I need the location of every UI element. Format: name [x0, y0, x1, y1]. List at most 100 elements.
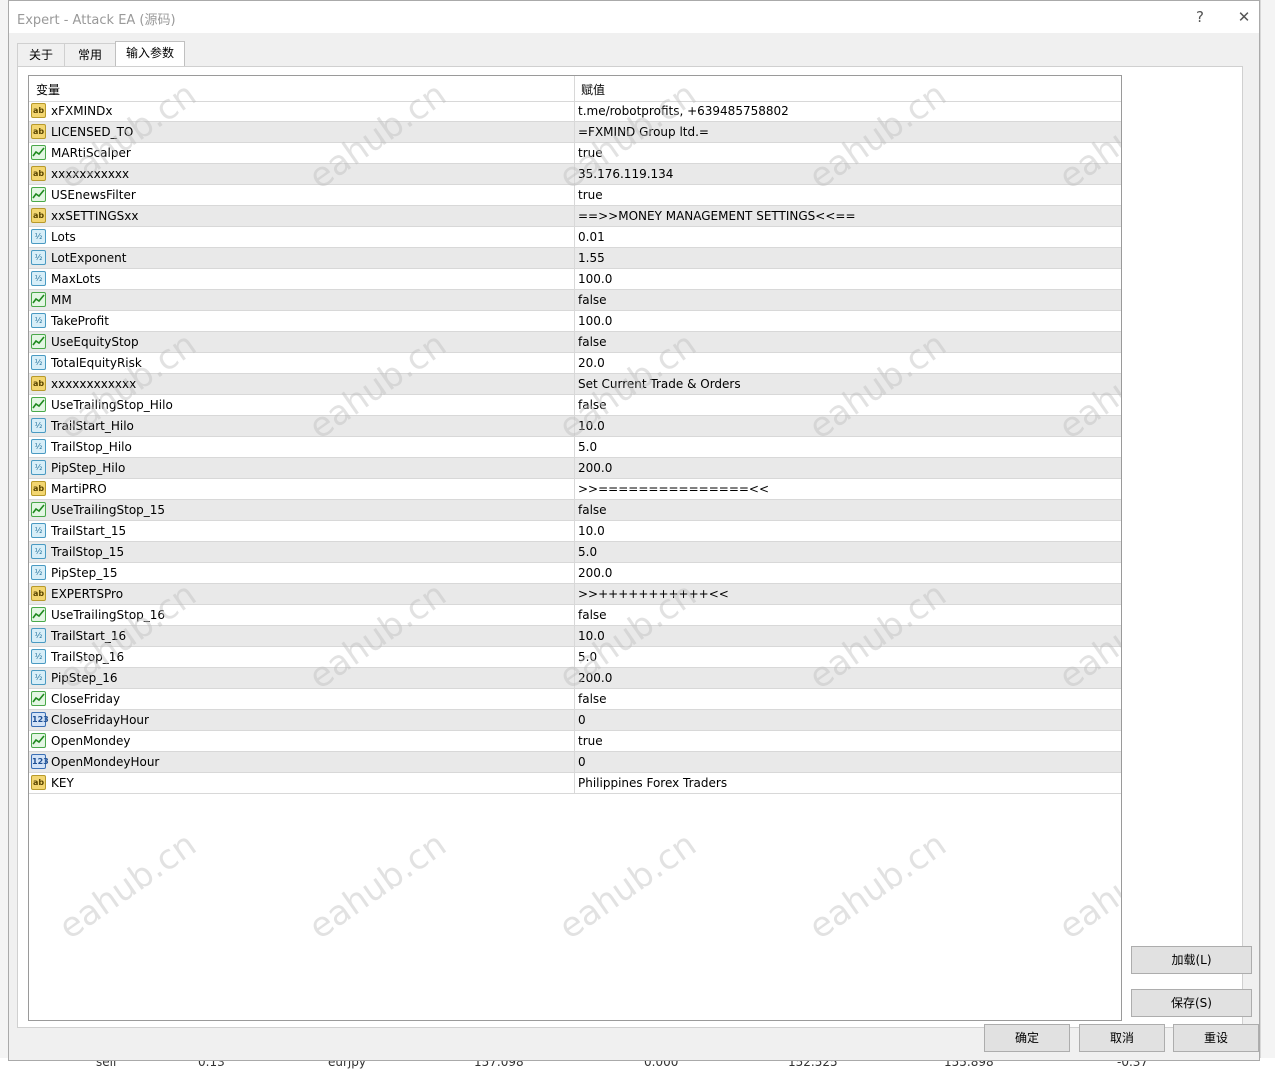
parameter-row[interactable]: OpenMondey true — [29, 731, 1121, 752]
parameters-grid[interactable]: 变量 赋值 ab xFXMINDx t.me/robotprofits, +6394… — [28, 75, 1122, 1021]
parameter-row[interactable]: ½ TrailStart_16 10.0 — [29, 626, 1121, 647]
parameter-row[interactable]: ½ PipStep_15 200.0 — [29, 563, 1121, 584]
parameter-row[interactable]: ½ PipStep_Hilo 200.0 — [29, 458, 1121, 479]
close-button[interactable]: ✕ — [1233, 6, 1255, 28]
parameter-row[interactable]: UseEquityStop false — [29, 332, 1121, 353]
reset-button[interactable]: 重设 — [1173, 1024, 1259, 1052]
parameter-value[interactable]: 5.0 — [578, 650, 597, 664]
parameter-value[interactable]: 10.0 — [578, 419, 605, 433]
parameter-value[interactable]: false — [578, 293, 607, 307]
tab-about[interactable]: 关于 — [17, 43, 65, 66]
parameter-value[interactable]: =FXMIND Group ltd.= — [578, 125, 709, 139]
parameter-row[interactable]: ½ LotExponent 1.55 — [29, 248, 1121, 269]
parameter-row[interactable]: ab KEY Philippines Forex Traders — [29, 773, 1121, 794]
parameter-row[interactable]: CloseFriday false — [29, 689, 1121, 710]
parameter-row[interactable]: ab xxxxxxxxxxx 35.176.119.134 — [29, 164, 1121, 185]
parameter-row[interactable]: ½ MaxLots 100.0 — [29, 269, 1121, 290]
load-button[interactable]: 加载(L) — [1131, 946, 1252, 974]
inputs-panel: 变量 赋值 ab xFXMINDx t.me/robotprofits, +6394… — [17, 66, 1252, 1028]
parameter-row[interactable]: MM false — [29, 290, 1121, 311]
parameter-name: xxSETTINGSxx — [51, 209, 139, 223]
parameter-row[interactable]: 123 CloseFridayHour 0 — [29, 710, 1121, 731]
parameter-value[interactable]: false — [578, 335, 607, 349]
parameter-value[interactable]: Philippines Forex Traders — [578, 776, 727, 790]
parameter-row[interactable]: MARtiScalper true — [29, 143, 1121, 164]
parameter-value[interactable]: 5.0 — [578, 545, 597, 559]
parameter-value[interactable]: false — [578, 608, 607, 622]
parameter-row[interactable]: ab xxxxxxxxxxxx Set Current Trade & Orders — [29, 374, 1121, 395]
parameter-value[interactable]: false — [578, 692, 607, 706]
parameter-value[interactable]: true — [578, 146, 603, 160]
parameter-row[interactable]: ½ TrailStop_16 5.0 — [29, 647, 1121, 668]
parameter-value[interactable]: 0 — [578, 755, 586, 769]
parameter-name: TrailStop_Hilo — [51, 440, 132, 454]
parameter-value[interactable]: 0.01 — [578, 230, 605, 244]
grid-header: 变量 赋值 — [29, 76, 1121, 102]
parameter-value[interactable]: false — [578, 503, 607, 517]
cell-divider — [574, 374, 575, 395]
bool-type-icon — [31, 607, 46, 622]
parameter-value[interactable]: false — [578, 398, 607, 412]
title-bar[interactable]: Expert - Attack EA (源码) ? ✕ — [9, 1, 1259, 33]
parameter-value[interactable]: 200.0 — [578, 566, 612, 580]
parameter-value[interactable]: 100.0 — [578, 314, 612, 328]
parameter-value[interactable]: Set Current Trade & Orders — [578, 377, 741, 391]
parameter-row[interactable]: ½ Lots 0.01 — [29, 227, 1121, 248]
parameter-row[interactable]: ab LICENSED_TO =FXMIND Group ltd.= — [29, 122, 1121, 143]
parameter-row[interactable]: ab MartiPRO >>===============<< — [29, 479, 1121, 500]
parameter-value[interactable]: t.me/robotprofits, +639485758802 — [578, 104, 789, 118]
parameter-value[interactable]: true — [578, 188, 603, 202]
parameter-row[interactable]: ½ TrailStart_Hilo 10.0 — [29, 416, 1121, 437]
parameter-value[interactable]: 100.0 — [578, 272, 612, 286]
parameter-value[interactable]: 1.55 — [578, 251, 605, 265]
help-button[interactable]: ? — [1189, 6, 1211, 28]
tab-inputs[interactable]: 输入参数 — [115, 41, 185, 67]
cell-divider — [574, 311, 575, 332]
parameter-name: PipStep_Hilo — [51, 461, 126, 475]
cell-divider — [574, 710, 575, 731]
save-button[interactable]: 保存(S) — [1131, 989, 1252, 1017]
parameter-name: TrailStop_15 — [51, 545, 125, 559]
bool-type-icon — [31, 502, 46, 517]
tab-common[interactable]: 常用 — [64, 43, 116, 66]
column-header-value[interactable]: 赋值 — [581, 81, 605, 98]
double-type-icon: ½ — [31, 670, 46, 685]
bool-type-icon — [31, 733, 46, 748]
parameter-row[interactable]: ab xFXMINDx t.me/robotprofits, +6394857588… — [29, 101, 1121, 122]
parameter-row[interactable]: ab xxSETTINGSxx ==>>MONEY MANAGEMENT SETTI… — [29, 206, 1121, 227]
parameter-value[interactable]: 10.0 — [578, 629, 605, 643]
column-header-variable[interactable]: 变量 — [36, 81, 60, 98]
parameter-name: UseTrailingStop_16 — [51, 608, 166, 622]
cell-divider — [574, 206, 575, 227]
parameter-value[interactable]: true — [578, 734, 603, 748]
column-divider[interactable] — [574, 76, 575, 101]
parameter-value[interactable]: >>+++++++++++<< — [578, 587, 729, 601]
parameter-row[interactable]: ½ PipStep_16 200.0 — [29, 668, 1121, 689]
parameter-row[interactable]: ½ TrailStop_Hilo 5.0 — [29, 437, 1121, 458]
parameter-name: OpenMondeyHour — [51, 755, 160, 769]
parameter-row[interactable]: ½ TrailStart_15 10.0 — [29, 521, 1121, 542]
parameter-row[interactable]: ½ TotalEquityRisk 20.0 — [29, 353, 1121, 374]
parameter-name: TrailStart_15 — [51, 524, 127, 538]
parameter-value[interactable]: 20.0 — [578, 356, 605, 370]
parameter-row[interactable]: UseTrailingStop_15 false — [29, 500, 1121, 521]
parameter-value[interactable]: 200.0 — [578, 671, 612, 685]
parameter-value[interactable]: 35.176.119.134 — [578, 167, 673, 181]
watermark-text: eahub.cn — [1051, 824, 1122, 948]
parameter-row[interactable]: ½ TakeProfit 100.0 — [29, 311, 1121, 332]
cancel-button[interactable]: 取消 — [1079, 1024, 1165, 1052]
parameter-row[interactable]: UseTrailingStop_Hilo false — [29, 395, 1121, 416]
parameter-value[interactable]: 200.0 — [578, 461, 612, 475]
parameter-value[interactable]: 5.0 — [578, 440, 597, 454]
parameter-value[interactable]: ==>>MONEY MANAGEMENT SETTINGS<<== — [578, 209, 856, 223]
parameter-value[interactable]: >>===============<< — [578, 482, 769, 496]
parameter-row[interactable]: ½ TrailStop_15 5.0 — [29, 542, 1121, 563]
parameter-row[interactable]: USEnewsFilter true — [29, 185, 1121, 206]
parameter-row[interactable]: ab EXPERTSPro >>+++++++++++<< — [29, 584, 1121, 605]
parameter-value[interactable]: 10.0 — [578, 524, 605, 538]
parameter-row[interactable]: UseTrailingStop_16 false — [29, 605, 1121, 626]
parameter-value[interactable]: 0 — [578, 713, 586, 727]
ok-button[interactable]: 确定 — [984, 1024, 1070, 1052]
parameter-name: MARtiScalper — [51, 146, 131, 160]
parameter-row[interactable]: 123 OpenMondeyHour 0 — [29, 752, 1121, 773]
